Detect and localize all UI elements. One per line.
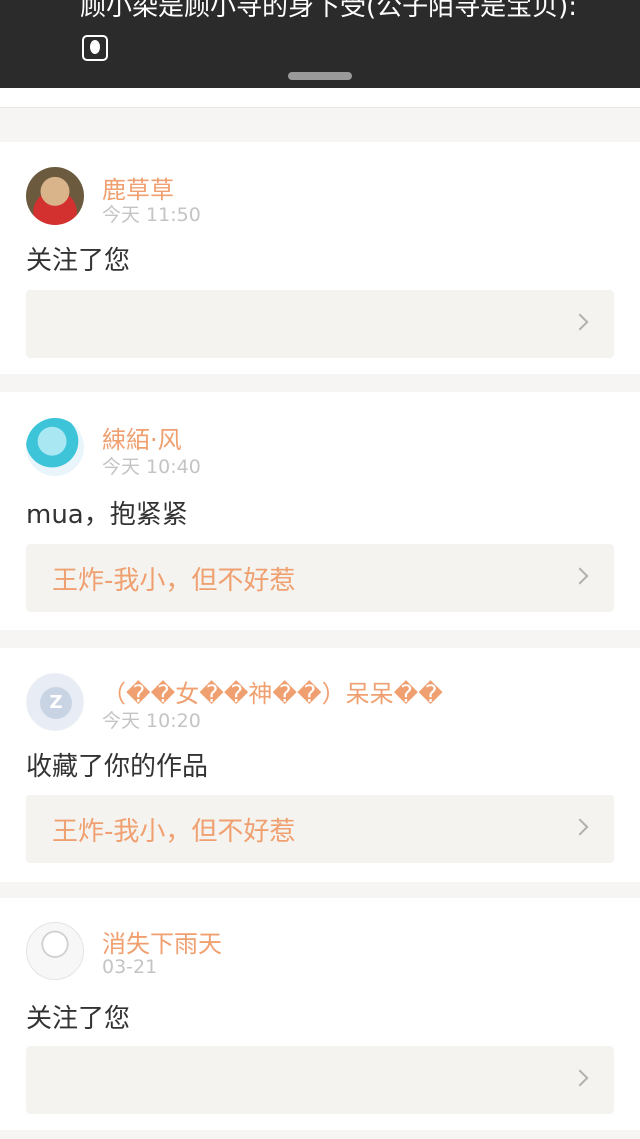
timestamp: 今天 10:40 [102,456,201,478]
banner-text: 顾小染是顾小寻的身下受(公子陌寻是宝贝): [80,0,600,70]
notification-item[interactable]: 消失下雨天 03-21 关注了您 [0,898,640,1130]
message-text: 收藏了你的作品 [26,752,209,782]
timestamp: 今天 10:20 [102,710,201,732]
list-header-strip [0,88,640,108]
reference-text: 王炸-我小，但不好惹 [52,817,296,847]
message-text: mua，抱紧紧 [26,500,188,530]
user-name[interactable]: （��女��神��）呆呆�� [102,674,443,709]
avatar[interactable] [26,418,84,476]
avatar[interactable] [26,922,84,980]
message-text: 关注了您 [26,1004,131,1034]
reference-text: 王炸-我小，但不好惹 [52,566,296,596]
chevron-right-icon [571,567,589,585]
qq-default-avatar-icon: Z [40,687,72,719]
timestamp: 今天 11:50 [102,204,201,226]
avatar[interactable] [26,167,84,225]
banner-message: 顾小染是顾小寻的身下受(公子陌寻是宝贝): [80,0,578,22]
reference-box[interactable]: 王炸-我小，但不好惹 [26,795,614,863]
notification-item[interactable]: 綀絔·风 今天 10:40 mua，抱紧紧 王炸-我小，但不好惹 [0,392,640,630]
user-name[interactable]: 消失下雨天 [102,924,222,959]
message-text: 关注了您 [26,246,131,276]
notification-item[interactable]: Z （��女��神��）呆呆�� 今天 10:20 收藏了你的作品 王炸-我小，… [0,648,640,882]
reference-box[interactable] [26,290,614,358]
notifications-page: 顾小染是顾小寻的身下受(公子陌寻是宝贝): 鹿草草 今天 11:50 关注了您 … [0,0,640,1139]
chevron-right-icon [571,1069,589,1087]
avatar[interactable]: Z [26,673,84,731]
user-name[interactable]: 綀絔·风 [102,420,182,455]
reference-box[interactable]: 王炸-我小，但不好惹 [26,544,614,612]
reference-box[interactable] [26,1046,614,1114]
alien-emoji-icon [82,35,108,61]
chevron-right-icon [571,313,589,331]
timestamp: 03-21 [102,956,158,978]
notification-item[interactable]: 鹿草草 今天 11:50 关注了您 [0,142,640,374]
banner-drag-handle[interactable] [288,72,352,80]
chevron-right-icon [571,818,589,836]
notification-banner[interactable]: 顾小染是顾小寻的身下受(公子陌寻是宝贝): [0,0,640,88]
